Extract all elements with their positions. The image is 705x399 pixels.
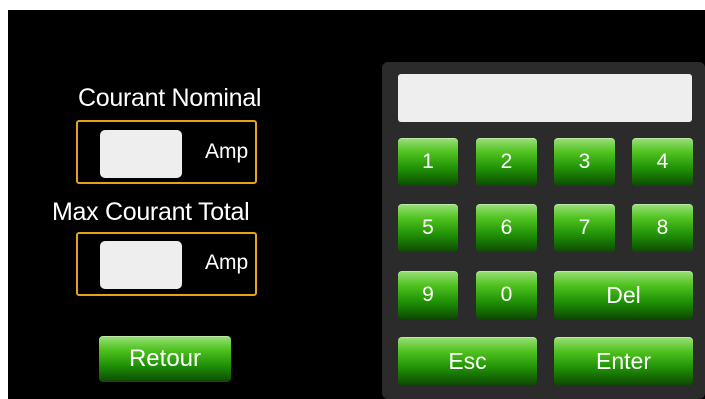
key-8-button[interactable]: 8 [632,204,693,252]
nominal-current-unit: Amp [205,140,249,163]
key-9-button[interactable]: 9 [398,271,458,319]
nominal-current-box: Amp [76,120,257,184]
escape-button[interactable]: Esc [398,337,537,385]
back-button[interactable]: Retour [99,336,231,382]
key-7-button[interactable]: 7 [554,204,615,252]
max-total-current-label: Max Courant Total [52,198,250,226]
max-total-current-box: Amp [76,232,257,296]
key-6-button[interactable]: 6 [476,204,537,252]
max-total-current-unit: Amp [205,251,249,274]
delete-button[interactable]: Del [554,271,693,319]
key-0-button[interactable]: 0 [476,271,537,319]
key-5-button[interactable]: 5 [398,204,458,252]
enter-button[interactable]: Enter [554,337,693,385]
key-4-button[interactable]: 4 [632,138,693,186]
key-3-button[interactable]: 3 [554,138,615,186]
settings-screen: Courant Nominal Amp Max Courant Total Am… [8,10,705,399]
key-2-button[interactable]: 2 [476,138,537,186]
max-total-current-input[interactable] [100,241,182,289]
nominal-current-label: Courant Nominal [78,84,262,112]
nominal-current-input[interactable] [100,130,182,178]
key-1-button[interactable]: 1 [398,138,458,186]
numeric-keypad: 1 2 3 4 5 6 7 8 9 0 Del Esc Enter [382,62,705,399]
keypad-display [398,74,692,122]
